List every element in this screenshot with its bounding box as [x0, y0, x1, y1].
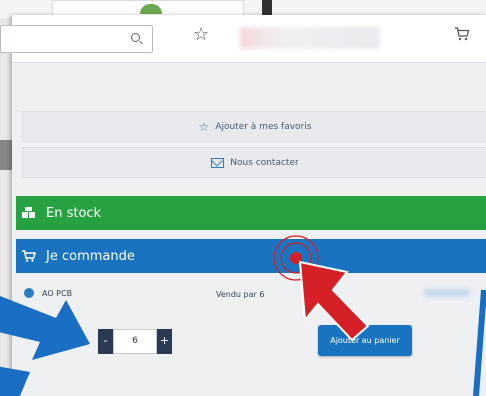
star-icon[interactable]: ☆ [193, 26, 209, 44]
contact-button[interactable]: Nous contacter [22, 147, 486, 178]
quantity-decrease-button[interactable]: - [98, 329, 113, 354]
product-panel: ☆ ☆ Ajouter à mes favoris Nous contacter… [0, 15, 486, 396]
mail-icon [211, 157, 225, 168]
add-to-favorites-label: Ajouter à mes favoris [215, 121, 312, 132]
background-element [0, 140, 12, 170]
seller-radio[interactable] [24, 288, 34, 298]
add-to-favorites-button[interactable]: ☆ Ajouter à mes favoris [22, 111, 486, 142]
background-element [262, 0, 272, 15]
stock-status-label: En stock [46, 205, 102, 221]
star-icon: ☆ [198, 119, 210, 134]
header-bar: ☆ [0, 15, 486, 63]
quantity-stepper: - 6 + [98, 329, 172, 354]
quantity-increase-button[interactable]: + [157, 329, 172, 354]
cart-icon[interactable] [454, 26, 470, 42]
search-icon[interactable] [131, 33, 140, 42]
stock-status-bar: En stock [16, 196, 486, 230]
order-section-label: Je commande [46, 248, 135, 264]
order-section-header[interactable]: Je commande [16, 239, 486, 273]
add-to-cart-button[interactable]: Ajouter au panier [318, 325, 412, 356]
seller-name: AO PCB [42, 289, 73, 298]
cart-icon [22, 250, 36, 262]
boxes-icon [22, 207, 35, 218]
seller-row: AO PCB Vendu par 6 [16, 283, 486, 307]
seller-link[interactable] [424, 289, 470, 297]
blurred-account-area [240, 27, 380, 49]
search-input[interactable] [0, 25, 153, 53]
quantity-input[interactable]: 6 [113, 329, 157, 354]
sold-by-text: Vendu par 6 [216, 290, 265, 299]
product-actions: ☆ Ajouter à mes favoris Nous contacter E… [12, 63, 486, 396]
contact-label: Nous contacter [230, 157, 299, 168]
